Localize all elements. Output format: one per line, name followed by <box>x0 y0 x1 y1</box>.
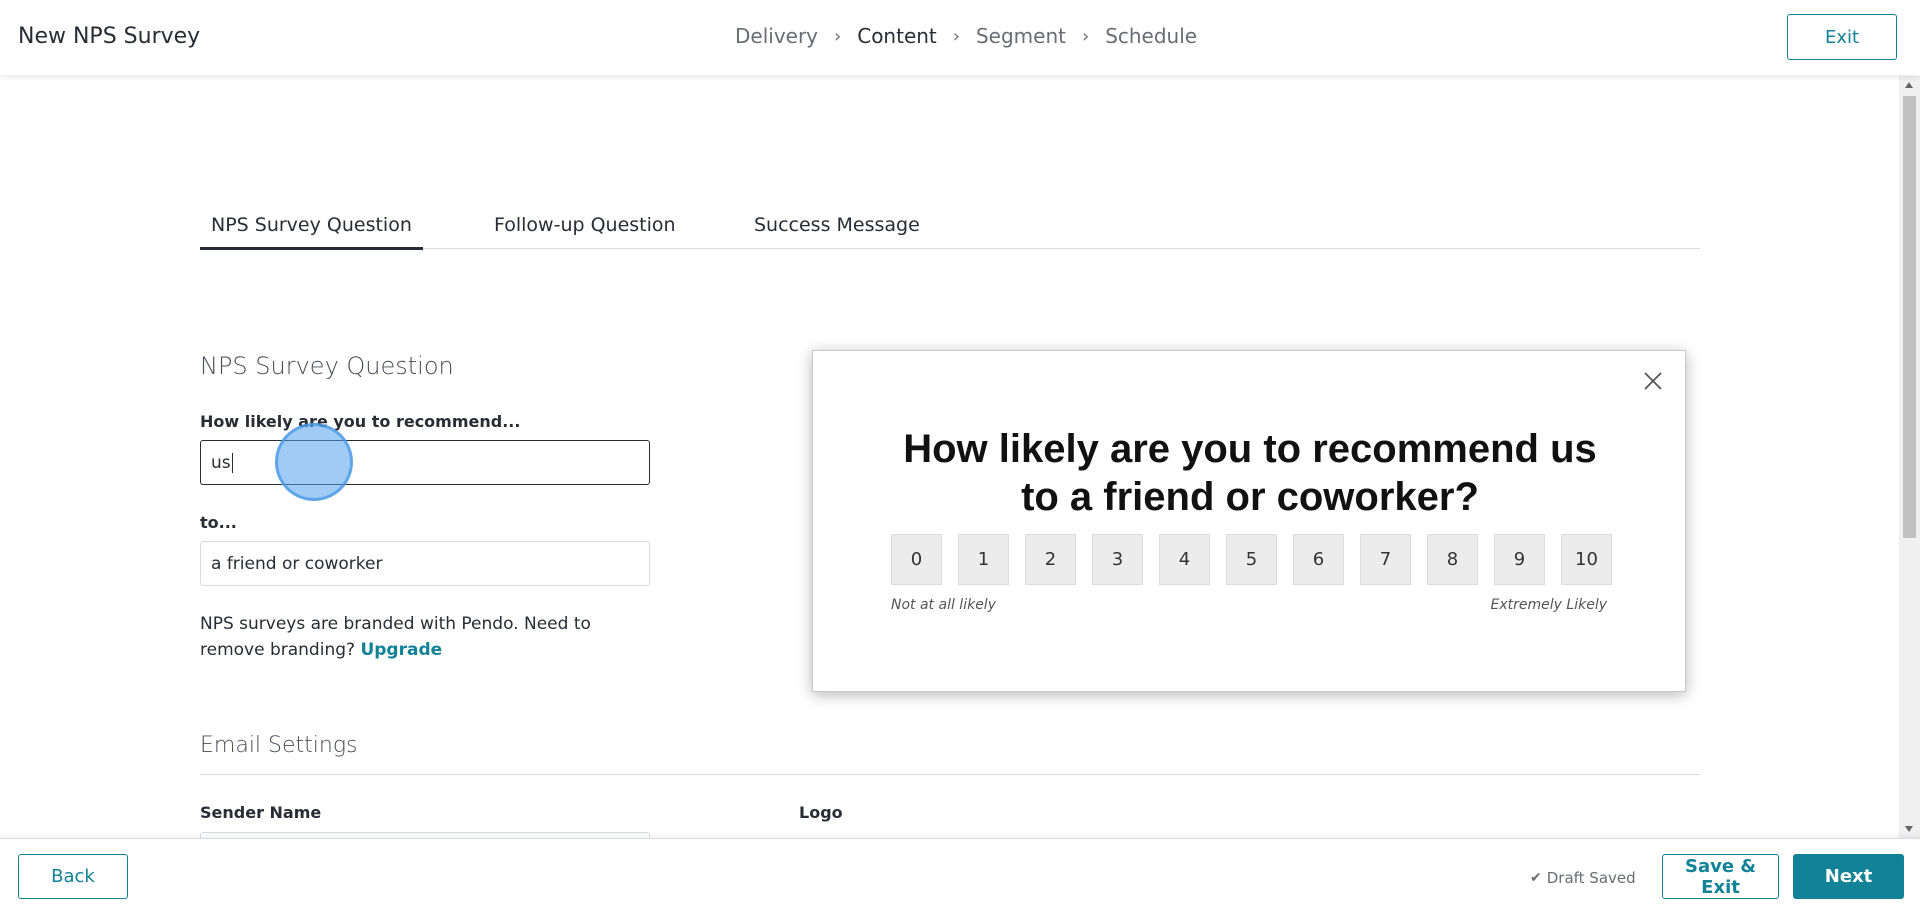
text-caret <box>231 452 233 473</box>
wizard-steps: Delivery › Content › Segment › Schedule <box>735 24 1197 48</box>
score-button-3[interactable]: 3 <box>1092 534 1143 585</box>
nps-preview: How likely are you to recommend us to a … <box>812 350 1686 692</box>
email-settings-title: Email Settings <box>200 733 358 758</box>
recommend-label: How likely are you to recommend... <box>200 412 521 431</box>
score-button-8[interactable]: 8 <box>1427 534 1478 585</box>
to-input[interactable]: a friend or coworker <box>200 541 650 586</box>
save-and-exit-button[interactable]: Save & Exit <box>1662 854 1779 899</box>
page-title: New NPS Survey <box>18 24 201 49</box>
preview-question: How likely are you to recommend us to a … <box>813 425 1687 521</box>
tab-nps-survey-question[interactable]: NPS Survey Question <box>200 214 423 250</box>
branding-note: NPS surveys are branded with Pendo. Need… <box>200 611 640 663</box>
score-button-9[interactable]: 9 <box>1494 534 1545 585</box>
logo-label: Logo <box>799 803 843 822</box>
recommend-input-value: us <box>211 452 231 473</box>
score-button-1[interactable]: 1 <box>958 534 1009 585</box>
content-tabs: NPS Survey Question Follow-up Question S… <box>200 210 1700 250</box>
score-button-10[interactable]: 10 <box>1561 534 1612 585</box>
score-button-2[interactable]: 2 <box>1025 534 1076 585</box>
exit-button[interactable]: Exit <box>1787 14 1897 60</box>
score-button-5[interactable]: 5 <box>1226 534 1277 585</box>
score-button-0[interactable]: 0 <box>891 534 942 585</box>
divider <box>200 774 1700 775</box>
close-icon[interactable] <box>1641 369 1665 393</box>
preview-question-line-1: How likely are you to recommend us <box>903 427 1597 471</box>
step-delivery[interactable]: Delivery <box>735 24 818 48</box>
sender-name-label: Sender Name <box>200 803 322 822</box>
draft-status: ✔ Draft Saved <box>1530 869 1636 887</box>
next-button[interactable]: Next <box>1793 854 1904 899</box>
scroll-down-arrow-icon[interactable] <box>1905 826 1913 832</box>
top-header: New NPS Survey Delivery › Content › Segm… <box>0 0 1920 75</box>
to-label: to... <box>200 513 237 532</box>
upgrade-link[interactable]: Upgrade <box>360 640 442 660</box>
page-scrollbar[interactable] <box>1899 76 1920 838</box>
score-button-4[interactable]: 4 <box>1159 534 1210 585</box>
check-icon: ✔ <box>1530 870 1542 886</box>
preview-question-line-2: to a friend or coworker? <box>1021 475 1479 519</box>
click-indicator <box>275 423 353 501</box>
chevron-right-icon: › <box>834 25 842 47</box>
chevron-right-icon: › <box>1081 25 1090 47</box>
tab-success-message[interactable]: Success Message <box>754 214 920 247</box>
chevron-right-icon: › <box>952 25 960 47</box>
footer-bar: Back ✔ Draft Saved Save & Exit Next <box>0 838 1920 912</box>
tab-follow-up-question[interactable]: Follow-up Question <box>494 214 676 247</box>
draft-status-text: Draft Saved <box>1546 869 1636 887</box>
section-title: NPS Survey Question <box>200 352 454 380</box>
scale-high-label: Extremely Likely <box>1490 597 1607 613</box>
back-button[interactable]: Back <box>18 854 128 899</box>
to-input-value: a friend or coworker <box>211 553 383 574</box>
scale-low-label: Not at all likely <box>891 597 996 613</box>
step-content[interactable]: Content <box>857 24 937 48</box>
step-segment[interactable]: Segment <box>976 24 1066 48</box>
score-button-6[interactable]: 6 <box>1293 534 1344 585</box>
recommend-input[interactable]: us <box>200 440 650 485</box>
score-scale: 0 1 2 3 4 5 6 7 8 9 10 <box>891 534 1612 585</box>
score-button-7[interactable]: 7 <box>1360 534 1411 585</box>
scroll-thumb[interactable] <box>1903 96 1916 538</box>
scroll-up-arrow-icon[interactable] <box>1905 82 1913 88</box>
step-schedule[interactable]: Schedule <box>1105 24 1197 48</box>
